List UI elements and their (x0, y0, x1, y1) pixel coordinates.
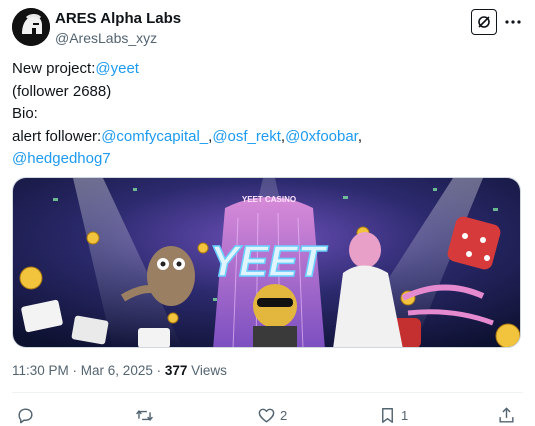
tweet-line-bio: Bio: (12, 105, 38, 122)
mention-link[interactable]: @comfycapital_ (101, 128, 208, 145)
more-dots-icon (505, 20, 521, 24)
avatar[interactable] (12, 8, 50, 46)
reply-button[interactable] (16, 404, 35, 426)
share-icon (499, 406, 514, 423)
meta-separator: · (152, 363, 165, 378)
tweet-text: New project:@yeet (follower 2688) Bio: a… (12, 58, 517, 171)
author-info: ARES Alpha Labs @AresLabs_xyz (55, 10, 181, 47)
building-sign: YEET CASINO (242, 195, 296, 204)
tweet-line-followers: (follower 2688) (12, 82, 112, 100)
alert-label: alert follower: (12, 127, 102, 145)
project-label: New project: (12, 60, 96, 77)
tweet-header: ARES Alpha Labs @AresLabs_xyz (12, 8, 523, 48)
like-count: 2 (280, 407, 288, 423)
meta-separator: · (68, 363, 81, 378)
separator: , (357, 127, 363, 145)
author-handle[interactable]: @AresLabs_xyz (55, 29, 181, 47)
yeet-logo: YEET (210, 237, 328, 286)
grok-button[interactable] (471, 9, 497, 35)
spartan-helmet-icon (12, 8, 50, 46)
views-count: 377 (164, 363, 188, 378)
bookmark-icon (382, 407, 393, 423)
author-display-name[interactable]: ARES Alpha Labs (55, 10, 181, 28)
repost-icon (136, 409, 153, 421)
reply-icon (18, 407, 33, 423)
yeet-casino-artwork: YEET CASINO YEET (13, 178, 520, 347)
share-button[interactable] (497, 404, 516, 426)
views-label: Views (187, 363, 227, 378)
mention-link[interactable]: @0xfoobar (285, 128, 358, 145)
tweet-line-project: New project:@yeet (12, 58, 517, 81)
repost-button[interactable] (135, 404, 154, 426)
bookmark-count: 1 (401, 407, 409, 423)
divider (12, 392, 523, 393)
tweet-line-alert-cont: @hedgedhog7 (12, 148, 517, 171)
tweet-actions: 2 1 (12, 404, 523, 426)
grok-icon (478, 16, 490, 28)
more-options-button[interactable] (503, 12, 523, 32)
bookmark-button[interactable]: 1 (378, 404, 408, 426)
tweet-time[interactable]: 11:30 PM (12, 363, 69, 378)
mention-link[interactable]: @hedgedhog7 (12, 150, 111, 167)
tweet-line-alert: alert follower:@comfycapital_,@osf_rekt,… (12, 126, 517, 149)
tweet-date[interactable]: Mar 6, 2025 (81, 363, 153, 378)
mention-link[interactable]: @yeet (95, 60, 139, 77)
heart-icon (258, 408, 275, 423)
like-button[interactable]: 2 (257, 404, 287, 426)
tweet-meta: 11:30 PM · Mar 6, 2025 · 377 Views (12, 362, 227, 380)
tweet-media-image[interactable]: YEET CASINO YEET (12, 177, 521, 348)
mention-link[interactable]: @osf_rekt (212, 128, 281, 145)
